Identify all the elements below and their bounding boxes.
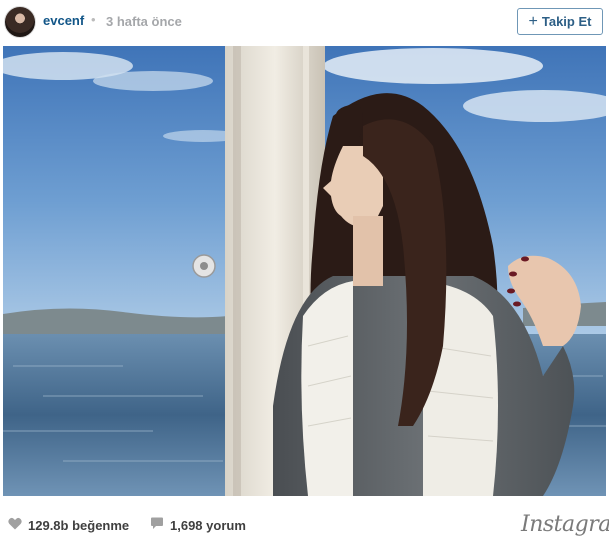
post-timestamp[interactable]: 3 hafta önce — [106, 14, 182, 29]
instagram-logo[interactable]: Instagram — [521, 512, 609, 537]
post-footer: 129.8b beğenme 1,698 yorum Instagram — [0, 500, 609, 546]
follow-button-label: Takip Et — [541, 14, 592, 29]
comments-label: 1,698 yorum — [170, 517, 246, 533]
post-photo[interactable] — [3, 46, 606, 496]
username-link[interactable]: evcenf — [43, 13, 84, 28]
avatar[interactable] — [4, 6, 36, 38]
photo-image — [3, 46, 606, 496]
post-header: evcenf • 3 hafta önce + Takip Et — [0, 0, 609, 45]
follow-button[interactable]: + Takip Et — [517, 8, 603, 35]
plus-icon: + — [528, 12, 538, 30]
separator-dot: • — [91, 12, 96, 27]
likes-label: 129.8b beğenme — [28, 517, 130, 533]
comments-count[interactable]: 1,698 yorum — [150, 517, 246, 533]
likes-count[interactable]: 129.8b beğenme — [8, 517, 129, 533]
post-card: evcenf • 3 hafta önce + Takip Et 129.8b … — [0, 0, 609, 546]
heart-icon — [8, 517, 22, 533]
speech-bubble-icon — [150, 517, 164, 533]
